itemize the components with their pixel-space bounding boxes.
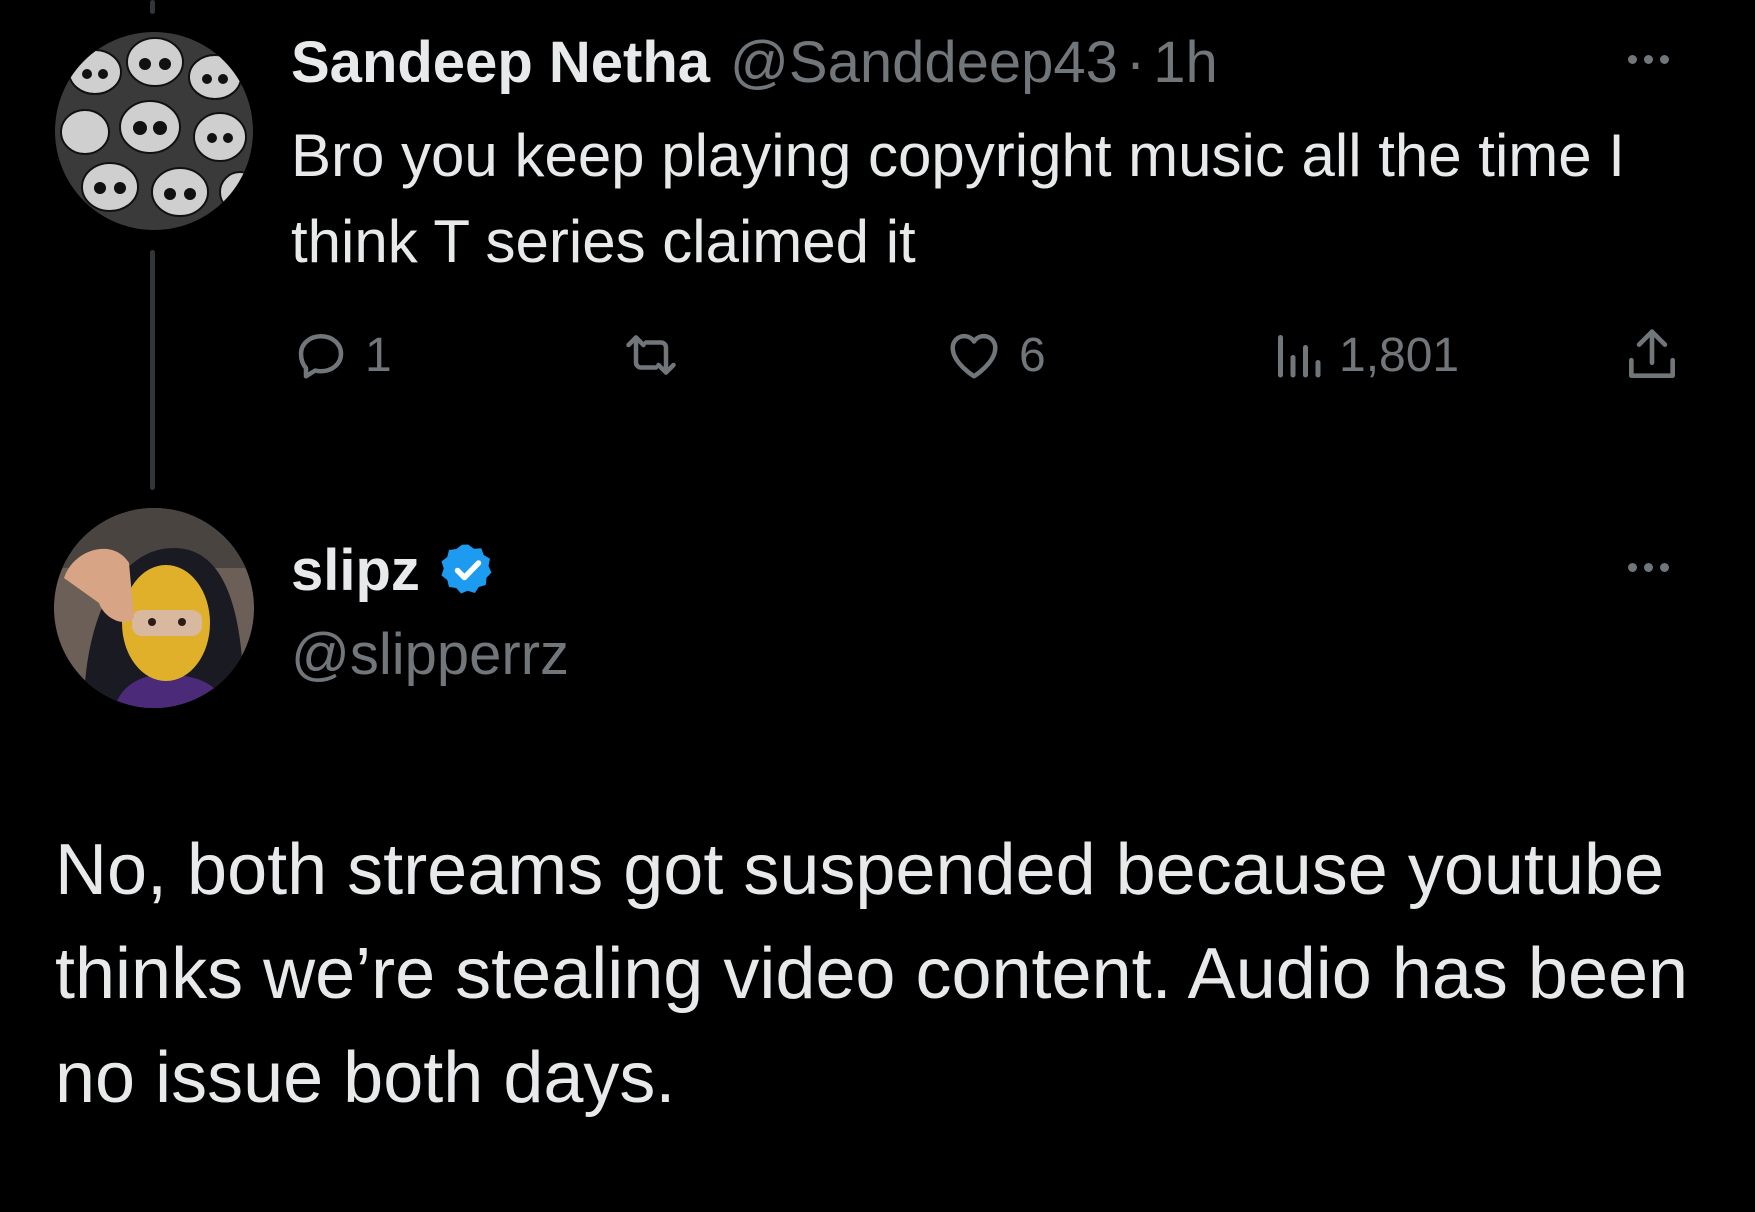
author-name[interactable]: slipz bbox=[291, 537, 420, 604]
reply-icon bbox=[298, 334, 344, 379]
share-icon bbox=[1629, 329, 1675, 378]
author-handle[interactable]: @Sanddeep43 bbox=[730, 28, 1118, 98]
thread-line-top bbox=[150, 0, 155, 14]
like-count: 6 bbox=[1019, 328, 1046, 382]
reply-button[interactable]: 1 bbox=[291, 320, 392, 390]
main-tweet-header: slipz bbox=[291, 530, 498, 610]
verified-badge-icon bbox=[441, 544, 492, 594]
sandeep-avatar[interactable] bbox=[55, 32, 253, 230]
views-icon bbox=[1278, 335, 1321, 378]
retweet-button[interactable] bbox=[619, 320, 697, 390]
thread-connector-line bbox=[150, 250, 155, 490]
reply-tweet-header: Sandeep Netha @Sanddeep43 · 1h bbox=[291, 28, 1218, 98]
main-tweet-text: No, both streams got suspended because y… bbox=[55, 830, 1689, 1118]
view-count: 1,801 bbox=[1339, 328, 1460, 382]
tweet-actions-bar: 1 6 1,801 bbox=[291, 320, 1691, 390]
slipz-avatar[interactable] bbox=[54, 508, 254, 708]
author-name[interactable]: Sandeep Netha bbox=[291, 28, 710, 98]
more-icon[interactable] bbox=[1628, 55, 1669, 64]
retweet-icon bbox=[626, 335, 676, 375]
author-handle[interactable]: @slipperrz bbox=[291, 615, 569, 695]
share-button[interactable] bbox=[1621, 320, 1683, 390]
views-button[interactable]: 1,801 bbox=[1271, 320, 1459, 390]
separator-dot: · bbox=[1125, 30, 1146, 95]
reply-tweet-text: Bro you keep playing copyright music all… bbox=[291, 122, 1625, 275]
reply-count: 1 bbox=[365, 328, 392, 382]
tweet-timestamp[interactable]: 1h bbox=[1153, 28, 1218, 98]
like-button[interactable]: 6 bbox=[943, 320, 1046, 390]
like-icon bbox=[950, 333, 998, 379]
more-icon[interactable] bbox=[1628, 563, 1669, 572]
